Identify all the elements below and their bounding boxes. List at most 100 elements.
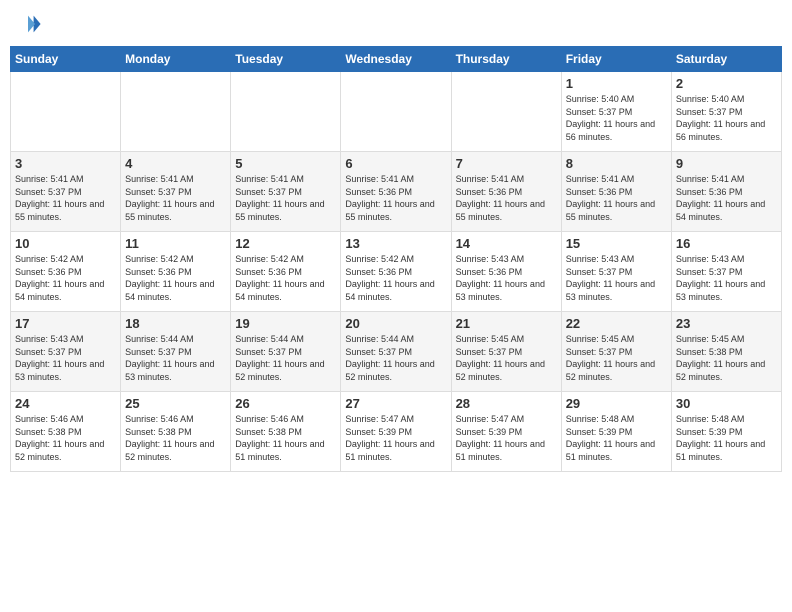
day-number: 1 (566, 76, 667, 91)
day-info: Sunrise: 5:46 AM Sunset: 5:38 PM Dayligh… (235, 413, 336, 463)
calendar-cell: 29Sunrise: 5:48 AM Sunset: 5:39 PM Dayli… (561, 392, 671, 472)
week-row-3: 17 Sunrise: 5:43 AM Sunset: 5:37 PM Dayli… (11, 312, 782, 392)
day-number: 21 (456, 316, 557, 331)
col-header-friday: Friday (561, 47, 671, 72)
day-info: Sunrise: 5:46 AM Sunset: 5:38 PM Dayligh… (125, 413, 226, 463)
day-info: Sunrise: 5:44 AM Sunset: 5:37 PM Dayligh… (345, 333, 446, 383)
col-header-tuesday: Tuesday (231, 47, 341, 72)
calendar-cell: 8 Sunrise: 5:41 AM Sunset: 5:36 PM Daylig… (561, 152, 671, 232)
day-number: 15 (566, 236, 667, 251)
calendar-cell: 27 Sunrise: 5:47 AM Sunset: 5:39 PM Dayli… (341, 392, 451, 472)
logo-icon (14, 10, 42, 38)
day-number: 23 (676, 316, 777, 331)
day-info: Sunrise: 5:47 AM Sunset: 5:39 PM Dayligh… (345, 413, 446, 463)
calendar-cell: 5Sunrise: 5:41 AM Sunset: 5:37 PM Daylig… (231, 152, 341, 232)
calendar-cell: 3Sunrise: 5:41 AM Sunset: 5:37 PM Daylig… (11, 152, 121, 232)
day-number: 27 (345, 396, 446, 411)
week-row-1: 3Sunrise: 5:41 AM Sunset: 5:37 PM Daylig… (11, 152, 782, 232)
day-number: 11 (125, 236, 226, 251)
day-number: 2 (676, 76, 777, 91)
calendar-header: SundayMondayTuesdayWednesdayThursdayFrid… (11, 47, 782, 72)
calendar-cell: 12Sunrise: 5:42 AM Sunset: 5:36 PM Dayli… (231, 232, 341, 312)
day-number: 4 (125, 156, 226, 171)
col-header-thursday: Thursday (451, 47, 561, 72)
logo (14, 10, 44, 38)
col-header-monday: Monday (121, 47, 231, 72)
day-info: Sunrise: 5:40 AM Sunset: 5:37 PM Dayligh… (566, 93, 667, 143)
day-info: Sunrise: 5:42 AM Sunset: 5:36 PM Dayligh… (15, 253, 116, 303)
calendar-cell: 18 Sunrise: 5:44 AM Sunset: 5:37 PM Dayli… (121, 312, 231, 392)
day-number: 24 (15, 396, 116, 411)
day-number: 30 (676, 396, 777, 411)
day-info: Sunrise: 5:45 AM Sunset: 5:37 PM Dayligh… (566, 333, 667, 383)
calendar-cell: 28Sunrise: 5:47 AM Sunset: 5:39 PM Dayli… (451, 392, 561, 472)
calendar-cell: 2 Sunrise: 5:40 AM Sunset: 5:37 PM Daylig… (671, 72, 781, 152)
calendar-cell: 25 Sunrise: 5:46 AM Sunset: 5:38 PM Dayli… (121, 392, 231, 472)
day-info: Sunrise: 5:41 AM Sunset: 5:36 PM Dayligh… (566, 173, 667, 223)
calendar-cell: 23 Sunrise: 5:45 AM Sunset: 5:38 PM Dayli… (671, 312, 781, 392)
col-header-sunday: Sunday (11, 47, 121, 72)
day-number: 6 (345, 156, 446, 171)
calendar-cell: 14 Sunrise: 5:43 AM Sunset: 5:36 PM Dayli… (451, 232, 561, 312)
day-info: Sunrise: 5:45 AM Sunset: 5:37 PM Dayligh… (456, 333, 557, 383)
calendar-cell: 24Sunrise: 5:46 AM Sunset: 5:38 PM Dayli… (11, 392, 121, 472)
calendar-cell: 20Sunrise: 5:44 AM Sunset: 5:37 PM Dayli… (341, 312, 451, 392)
day-number: 25 (125, 396, 226, 411)
calendar-cell (121, 72, 231, 152)
calendar-cell: 6 Sunrise: 5:41 AM Sunset: 5:36 PM Daylig… (341, 152, 451, 232)
calendar-cell: 1 Sunrise: 5:40 AM Sunset: 5:37 PM Daylig… (561, 72, 671, 152)
week-row-4: 24 Sunrise: 5:46 AM Sunset: 5:38 PM Dayli… (11, 392, 782, 472)
calendar-cell: 16 Sunrise: 5:43 AM Sunset: 5:37 PM Dayli… (671, 232, 781, 312)
day-info: Sunrise: 5:43 AM Sunset: 5:37 PM Dayligh… (566, 253, 667, 303)
calendar-body: 1 Sunrise: 5:40 AM Sunset: 5:37 PM Daylig… (11, 72, 782, 472)
calendar-table: SundayMondayTuesdayWednesdayThursdayFrid… (10, 46, 782, 472)
day-info: Sunrise: 5:41 AM Sunset: 5:36 PM Dayligh… (456, 173, 557, 223)
week-row-0: 1 Sunrise: 5:40 AM Sunset: 5:37 PM Daylig… (11, 72, 782, 152)
calendar-cell: 21 Sunrise: 5:45 AM Sunset: 5:37 PM Dayli… (451, 312, 561, 392)
day-info: Sunrise: 5:40 AM Sunset: 5:37 PM Dayligh… (676, 93, 777, 143)
week-row-2: 10 Sunrise: 5:42 AM Sunset: 5:36 PM Dayli… (11, 232, 782, 312)
day-number: 19 (235, 316, 336, 331)
day-number: 14 (456, 236, 557, 251)
day-number: 12 (235, 236, 336, 251)
day-info: Sunrise: 5:42 AM Sunset: 5:36 PM Dayligh… (345, 253, 446, 303)
day-info: Sunrise: 5:41 AM Sunset: 5:37 PM Dayligh… (125, 173, 226, 223)
calendar-cell: 13 Sunrise: 5:42 AM Sunset: 5:36 PM Dayli… (341, 232, 451, 312)
day-info: Sunrise: 5:43 AM Sunset: 5:37 PM Dayligh… (676, 253, 777, 303)
calendar-cell: 10 Sunrise: 5:42 AM Sunset: 5:36 PM Dayli… (11, 232, 121, 312)
calendar-cell: 15 Sunrise: 5:43 AM Sunset: 5:37 PM Dayli… (561, 232, 671, 312)
day-info: Sunrise: 5:41 AM Sunset: 5:36 PM Dayligh… (345, 173, 446, 223)
calendar-cell: 19 Sunrise: 5:44 AM Sunset: 5:37 PM Dayli… (231, 312, 341, 392)
day-info: Sunrise: 5:45 AM Sunset: 5:38 PM Dayligh… (676, 333, 777, 383)
day-info: Sunrise: 5:48 AM Sunset: 5:39 PM Dayligh… (676, 413, 777, 463)
day-number: 8 (566, 156, 667, 171)
day-info: Sunrise: 5:41 AM Sunset: 5:37 PM Dayligh… (15, 173, 116, 223)
calendar-cell: 30 Sunrise: 5:48 AM Sunset: 5:39 PM Dayli… (671, 392, 781, 472)
day-number: 16 (676, 236, 777, 251)
calendar-cell: 11 Sunrise: 5:42 AM Sunset: 5:36 PM Dayli… (121, 232, 231, 312)
day-info: Sunrise: 5:42 AM Sunset: 5:36 PM Dayligh… (125, 253, 226, 303)
day-number: 13 (345, 236, 446, 251)
day-info: Sunrise: 5:44 AM Sunset: 5:37 PM Dayligh… (235, 333, 336, 383)
calendar-cell (231, 72, 341, 152)
day-info: Sunrise: 5:43 AM Sunset: 5:36 PM Dayligh… (456, 253, 557, 303)
day-number: 18 (125, 316, 226, 331)
calendar-cell: 17 Sunrise: 5:43 AM Sunset: 5:37 PM Dayli… (11, 312, 121, 392)
day-number: 17 (15, 316, 116, 331)
calendar-cell (11, 72, 121, 152)
day-number: 29 (566, 396, 667, 411)
day-info: Sunrise: 5:47 AM Sunset: 5:39 PM Dayligh… (456, 413, 557, 463)
calendar-cell: 22 Sunrise: 5:45 AM Sunset: 5:37 PM Dayli… (561, 312, 671, 392)
day-number: 10 (15, 236, 116, 251)
day-number: 22 (566, 316, 667, 331)
day-number: 7 (456, 156, 557, 171)
day-info: Sunrise: 5:41 AM Sunset: 5:37 PM Dayligh… (235, 173, 336, 223)
calendar-cell: 9Sunrise: 5:41 AM Sunset: 5:36 PM Daylig… (671, 152, 781, 232)
calendar-cell (341, 72, 451, 152)
day-info: Sunrise: 5:43 AM Sunset: 5:37 PM Dayligh… (15, 333, 116, 383)
day-number: 9 (676, 156, 777, 171)
col-header-saturday: Saturday (671, 47, 781, 72)
header-row: SundayMondayTuesdayWednesdayThursdayFrid… (11, 47, 782, 72)
day-info: Sunrise: 5:44 AM Sunset: 5:37 PM Dayligh… (125, 333, 226, 383)
day-number: 26 (235, 396, 336, 411)
